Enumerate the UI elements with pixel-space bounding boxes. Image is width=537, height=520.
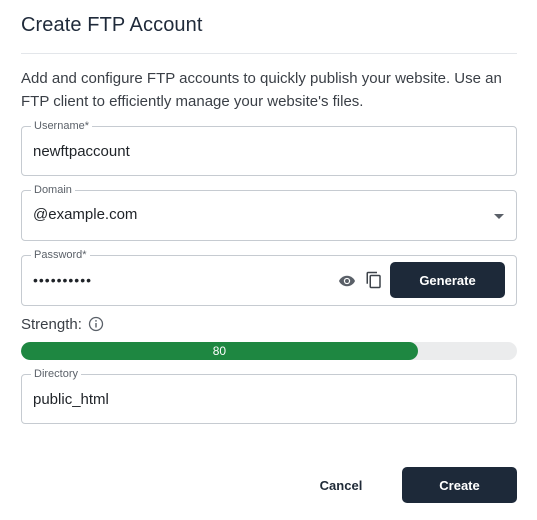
username-field[interactable]: Username* newftpaccount [21,119,517,176]
strength-label: Strength: [21,316,82,333]
info-icon[interactable] [88,316,104,332]
directory-input[interactable]: public_html [33,391,109,408]
generate-password-button[interactable]: Generate [390,262,505,298]
title-divider [21,53,517,54]
password-input[interactable]: •••••••••• [33,272,92,288]
username-label: Username* [31,119,93,133]
domain-value: @example.com [33,206,138,223]
username-input[interactable]: newftpaccount [33,143,130,160]
password-label: Password* [31,248,90,262]
directory-label: Directory [31,367,82,381]
directory-field[interactable]: Directory public_html [21,367,517,424]
eye-icon[interactable] [337,272,357,290]
dialog-title: Create FTP Account [21,14,203,36]
dialog-description: Add and configure FTP accounts to quickl… [21,70,502,110]
strength-progress-bar: 80 [21,342,517,360]
create-button[interactable]: Create [402,467,517,503]
cancel-button[interactable]: Cancel [305,467,377,503]
strength-value: 80 [212,344,227,358]
password-field[interactable]: Password* •••••••••• Generate [21,248,517,306]
domain-label: Domain [31,183,75,197]
copy-icon[interactable] [365,270,383,290]
create-ftp-dialog: Create FTP Account Add and configure FTP… [0,0,537,520]
domain-select[interactable]: Domain @example.com [21,183,517,241]
chevron-down-icon[interactable] [494,214,504,219]
